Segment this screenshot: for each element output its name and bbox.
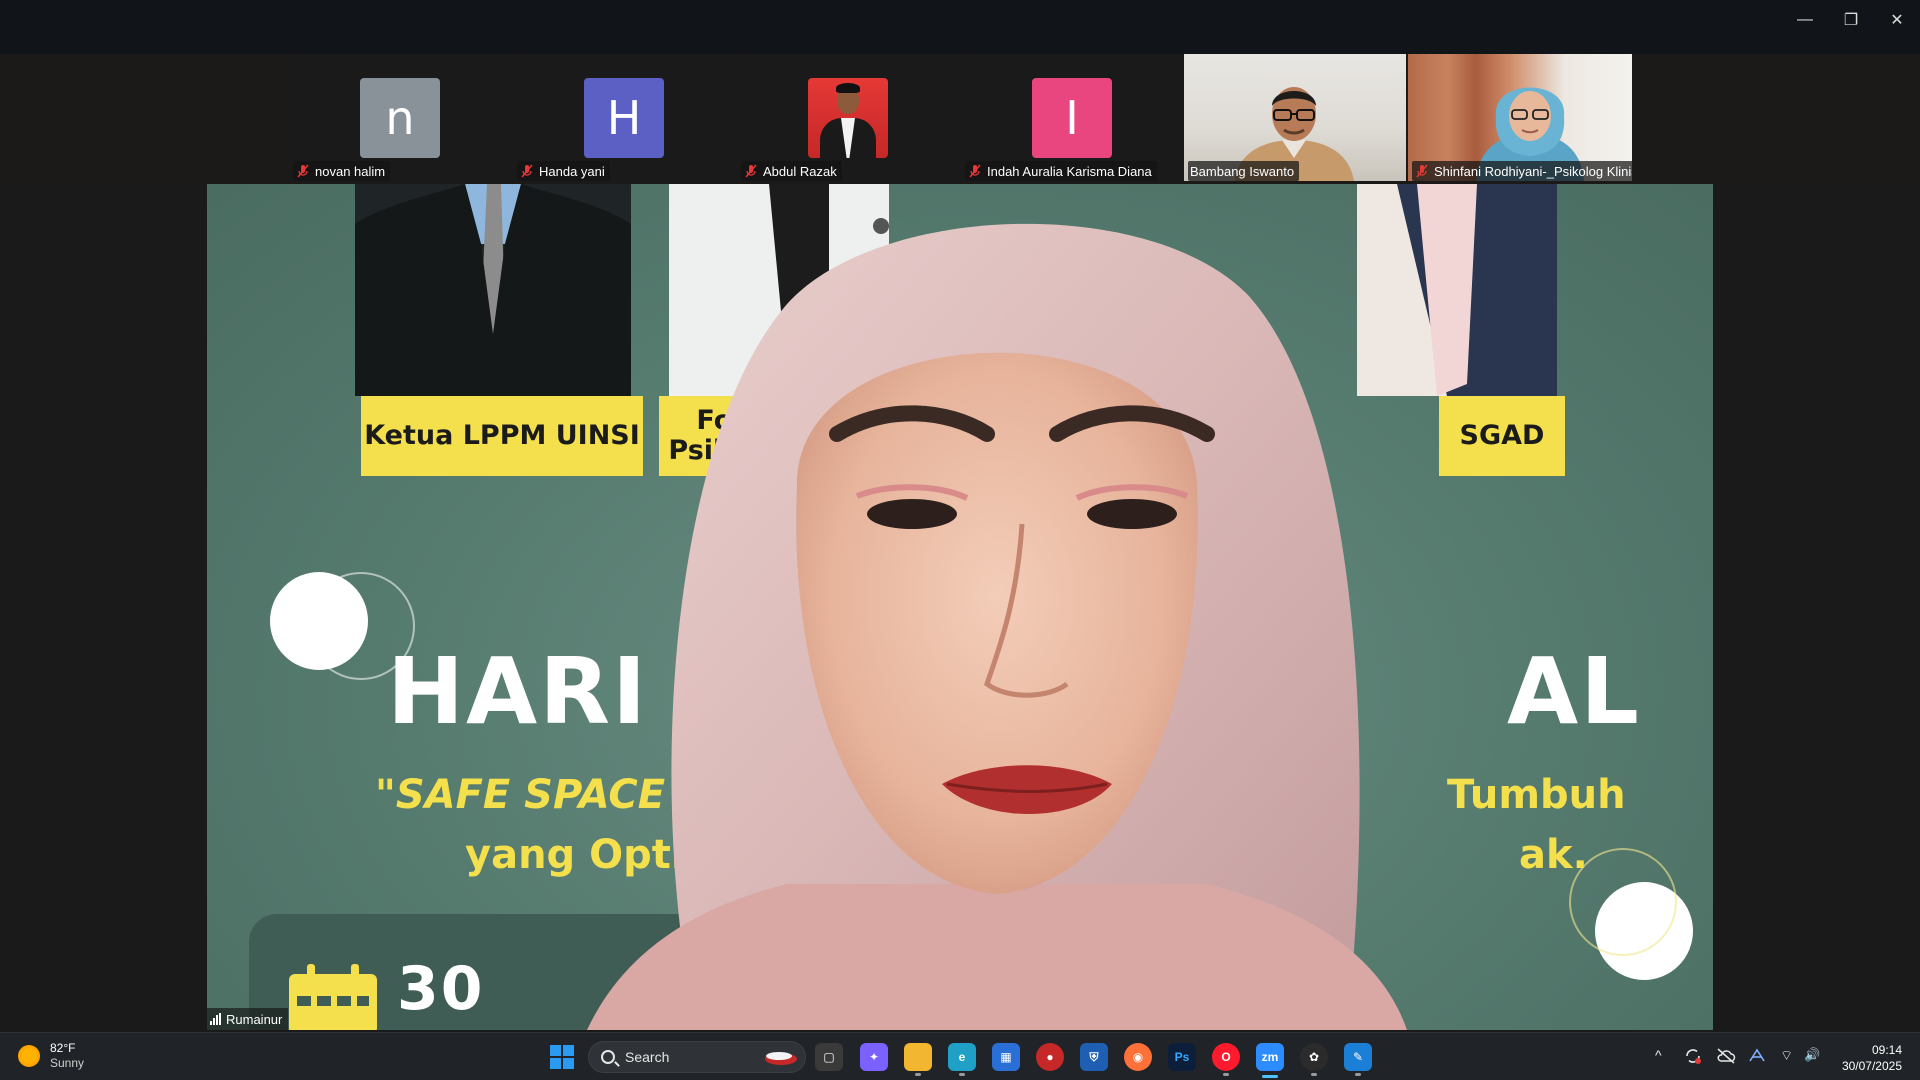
participant-name: Indah Auralia Karisma Diana [987,163,1152,179]
participant-name: Handa yani [539,163,605,179]
participant-strip: n novan halim H Handa yani Abdul Razak I… [0,54,1920,184]
mic-muted-icon [969,164,981,178]
poster-subtitle-right-2: ak. [1519,832,1588,878]
participant-tile-indah-auralia[interactable]: I Indah Auralia Karisma Diana [961,54,1183,181]
search-icon [601,1050,615,1064]
participant-name-label: Indah Auralia Karisma Diana [965,161,1157,181]
participant-name: Shinfani Rodhiyani-_Psikolog Klinis [1434,163,1632,179]
volume-icon[interactable]: 🔊 [1804,1047,1820,1063]
running-indicator [1311,1073,1317,1076]
participant-name-label: Bambang Iswanto [1188,161,1300,181]
blue-app-icon[interactable]: ✎ [1344,1043,1372,1071]
poster-label-right: SGAD [1439,396,1565,476]
wifi-icon[interactable]: ⌔ [1780,1047,1793,1065]
maximize-button[interactable]: ❐ [1828,0,1874,40]
running-indicator [915,1073,921,1076]
firefox-icon[interactable]: ◉ [1124,1043,1152,1071]
avatar: I [1032,78,1112,158]
edge-icon[interactable]: e [948,1043,976,1071]
system-clock[interactable]: 09:14 30/07/2025 [1842,1042,1902,1074]
windows-logo-icon [550,1045,561,1056]
calendar-icon [289,964,377,1030]
poster-subtitle-right-1: Tumbuh [1447,772,1626,818]
running-indicator [1355,1073,1361,1076]
file-explorer-icon[interactable] [904,1043,932,1071]
participant-name-label: Handa yani [517,161,610,181]
speaker-name: Rumainur [226,1011,283,1027]
copilot-icon[interactable]: ✦ [860,1043,888,1071]
running-indicator [959,1073,965,1076]
taskbar-search[interactable]: Search [588,1041,806,1073]
signal-strength-icon [210,1013,221,1025]
participant-name: novan halim [315,163,386,179]
task-view-icon[interactable]: ▢ [815,1043,843,1071]
clock-date: 30/07/2025 [1841,1059,1902,1073]
store-icon[interactable]: ▦ [992,1043,1020,1071]
mic-muted-icon [745,164,757,178]
avatar: H [584,78,664,158]
participant-name: Abdul Razak [763,163,837,179]
active-speaker-video[interactable]: Ketua LPPM UINSI Founder Psikologi "K SG… [207,184,1713,1030]
weather-description: Sunny [50,1056,85,1070]
show-hidden-icons-chevron[interactable]: ^ [1655,1047,1662,1063]
opera-icon[interactable]: O [1212,1043,1240,1071]
participant-name-label: Abdul Razak [741,161,842,181]
search-placeholder: Search [625,1049,670,1065]
close-button[interactable]: ✕ [1874,0,1920,40]
weather-temperature: 82°F [50,1041,76,1055]
participant-name-label: novan halim [293,161,391,181]
start-button[interactable] [550,1045,574,1069]
poster-title-right: AL [1507,638,1641,745]
sun-icon [18,1045,40,1067]
mic-muted-icon [521,164,533,178]
minimize-button[interactable]: — [1782,0,1828,40]
participant-tile-handa-yani[interactable]: H Handa yani [513,54,735,181]
bitwarden-icon[interactable]: ⛨ [1080,1043,1108,1071]
avatar-photo [808,78,888,158]
mic-muted-icon [297,164,309,178]
language-input-icon[interactable] [1748,1047,1768,1065]
participant-tile-abdul-razak[interactable]: Abdul Razak [737,54,959,181]
title-bar: — ❐ ✕ [0,0,1920,54]
participant-name-label: Shinfani Rodhiyani-_Psikolog Klinis [1412,161,1632,181]
mic-muted-icon [1416,164,1428,178]
running-indicator [1223,1073,1229,1076]
cloud-off-icon[interactable] [1716,1047,1736,1065]
zoom-active-indicator [1262,1075,1278,1078]
presenter-video [587,223,1407,1030]
sync-icon[interactable] [1683,1046,1703,1066]
poster-date-partial: 30 [397,954,485,1024]
speaker-name-label: Rumainur [207,1008,289,1030]
photoshop-icon[interactable]: Ps [1168,1043,1196,1071]
weather-widget[interactable]: 82°F Sunny [18,1041,84,1071]
avatar: n [360,78,440,158]
participant-name: Bambang Iswanto [1190,163,1295,179]
participant-tile-novan-halim[interactable]: n novan halim [289,54,511,181]
clock-time: 09:14 [1871,1043,1902,1057]
chatgpt-icon[interactable]: ✿ [1300,1043,1328,1071]
zoom-icon[interactable]: zm [1256,1043,1284,1071]
participant-video-bambang-iswanto[interactable]: Bambang Iswanto [1184,54,1406,181]
search-highlight-icon [765,1052,797,1065]
participant-video-shinfani-rodhiyani[interactable]: Shinfani Rodhiyani-_Psikolog Klinis [1408,54,1632,181]
red-app-icon[interactable]: ● [1036,1043,1064,1071]
